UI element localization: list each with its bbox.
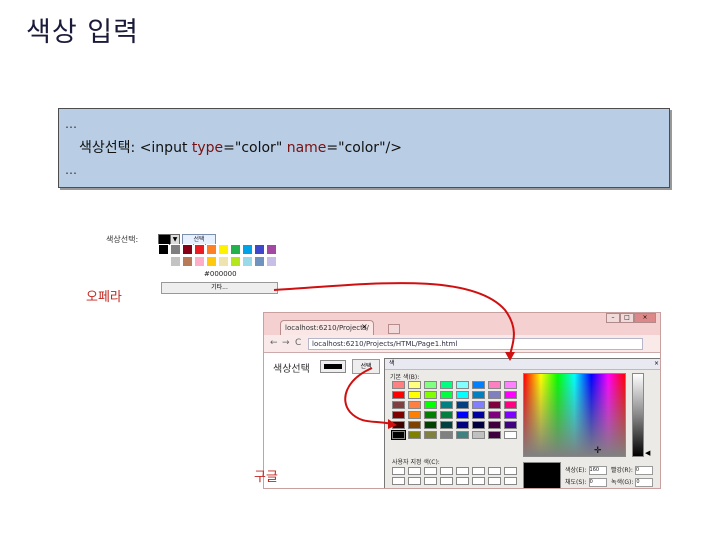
- arrowhead-dialog: [505, 352, 515, 361]
- arrow-to-basic-colors: [344, 367, 393, 425]
- arrow-to-dialog: [273, 282, 515, 356]
- annotation-arrows: [273, 282, 515, 429]
- arrowhead-basic-colors: [388, 419, 397, 429]
